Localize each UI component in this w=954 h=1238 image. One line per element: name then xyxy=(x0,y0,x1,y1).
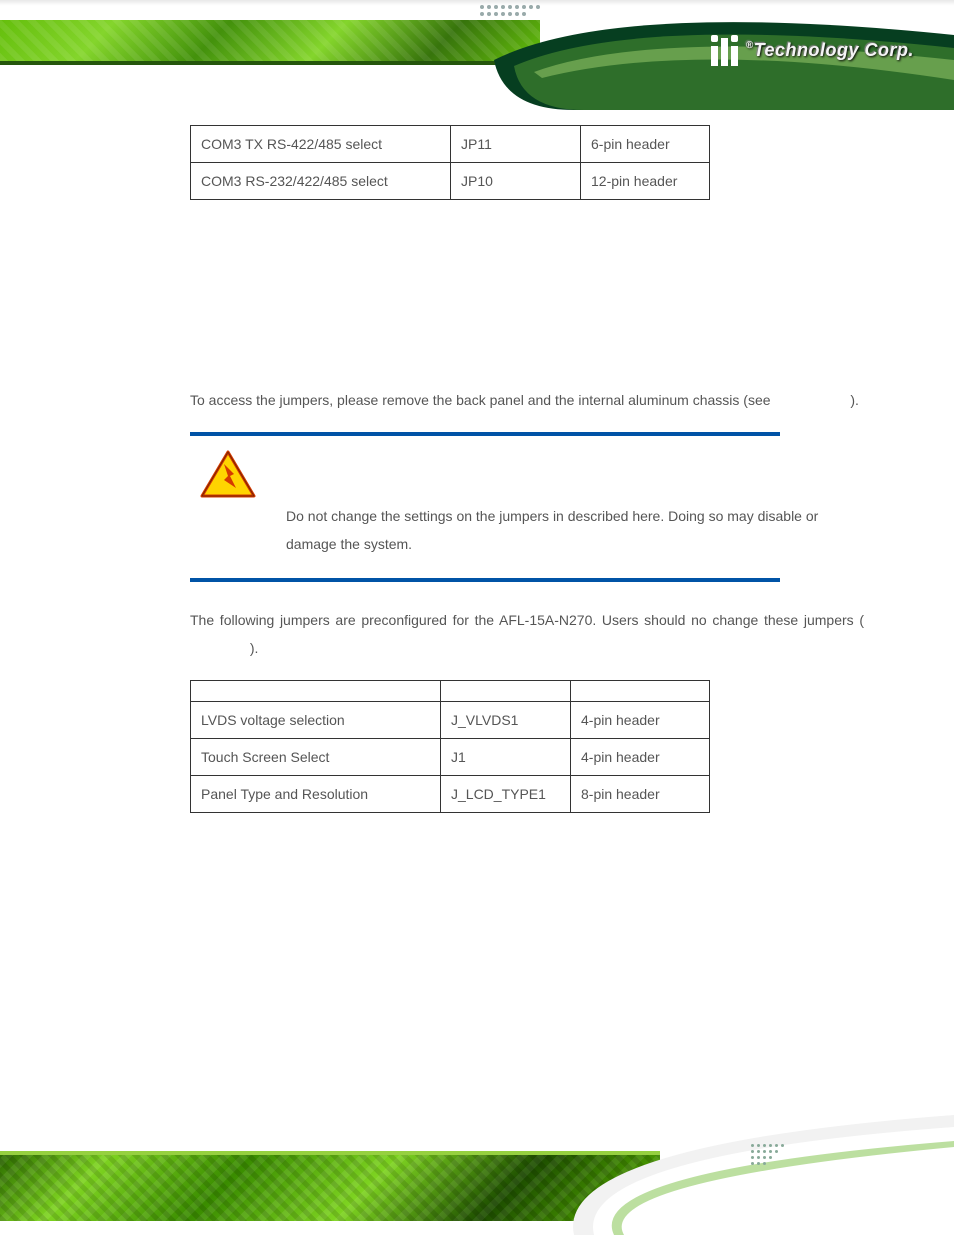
brand-logo-block: ®Technology Corp. xyxy=(711,35,914,66)
sub-heading xyxy=(190,246,864,266)
para-text: The following jumpers are preconfigured … xyxy=(190,612,864,628)
page-number-area xyxy=(734,1159,894,1195)
iei-logo-icon xyxy=(711,35,738,66)
table-row: Panel Type and Resolution J_LCD_TYPE1 8-… xyxy=(191,776,710,813)
brand-text: ®Technology Corp. xyxy=(746,40,914,61)
cell-label: JP11 xyxy=(451,126,581,163)
jumper-table-2: LVDS voltage selection J_VLVDS1 4-pin he… xyxy=(190,680,710,813)
cell-desc: Touch Screen Select xyxy=(191,739,441,776)
footer-banner xyxy=(0,1085,954,1235)
cell-label: J_VLVDS1 xyxy=(441,702,571,739)
header-cell xyxy=(571,681,710,702)
cell-label: JP10 xyxy=(451,163,581,200)
warning-icon xyxy=(200,450,256,500)
jumper-table-1: COM3 TX RS-422/485 select JP11 6-pin hea… xyxy=(190,125,710,200)
table-header-row xyxy=(191,681,710,702)
header-cell xyxy=(191,681,441,702)
page-content: COM3 TX RS-422/485 select JP11 6-pin hea… xyxy=(0,110,954,835)
table-row: COM3 TX RS-422/485 select JP11 6-pin hea… xyxy=(191,126,710,163)
para-text: To access the jumpers, please remove the… xyxy=(190,392,774,408)
table-row: LVDS voltage selection J_VLVDS1 4-pin he… xyxy=(191,702,710,739)
warning-text: Do not change the settings on the jumper… xyxy=(286,456,844,558)
cell-type: 6-pin header xyxy=(581,126,710,163)
table-row: COM3 RS-232/422/485 select JP10 12-pin h… xyxy=(191,163,710,200)
cell-desc: Panel Type and Resolution xyxy=(191,776,441,813)
preconfig-paragraph: The following jumpers are preconfigured … xyxy=(190,606,864,662)
cell-desc: LVDS voltage selection xyxy=(191,702,441,739)
header-cell xyxy=(441,681,571,702)
cell-desc: COM3 RS-232/422/485 select xyxy=(191,163,451,200)
cell-type: 4-pin header xyxy=(571,739,710,776)
cell-type: 4-pin header xyxy=(571,702,710,739)
table-2-caption xyxy=(194,821,864,835)
warning-rule-bottom xyxy=(190,578,780,582)
para-text: ). xyxy=(250,640,259,656)
cell-type: 12-pin header xyxy=(581,163,710,200)
access-paragraph: To access the jumpers, please remove the… xyxy=(190,386,864,414)
cell-desc: COM3 TX RS-422/485 select xyxy=(191,126,451,163)
table-1-caption xyxy=(194,208,864,222)
header-banner: ®Technology Corp. xyxy=(0,0,954,110)
table-row: Touch Screen Select J1 4-pin header xyxy=(191,739,710,776)
warning-box: Do not change the settings on the jumper… xyxy=(190,432,854,582)
cell-label: J1 xyxy=(441,739,571,776)
para-text: ). xyxy=(850,392,859,408)
cell-type: 8-pin header xyxy=(571,776,710,813)
header-green-strip xyxy=(0,20,540,65)
cell-label: J_LCD_TYPE1 xyxy=(441,776,571,813)
